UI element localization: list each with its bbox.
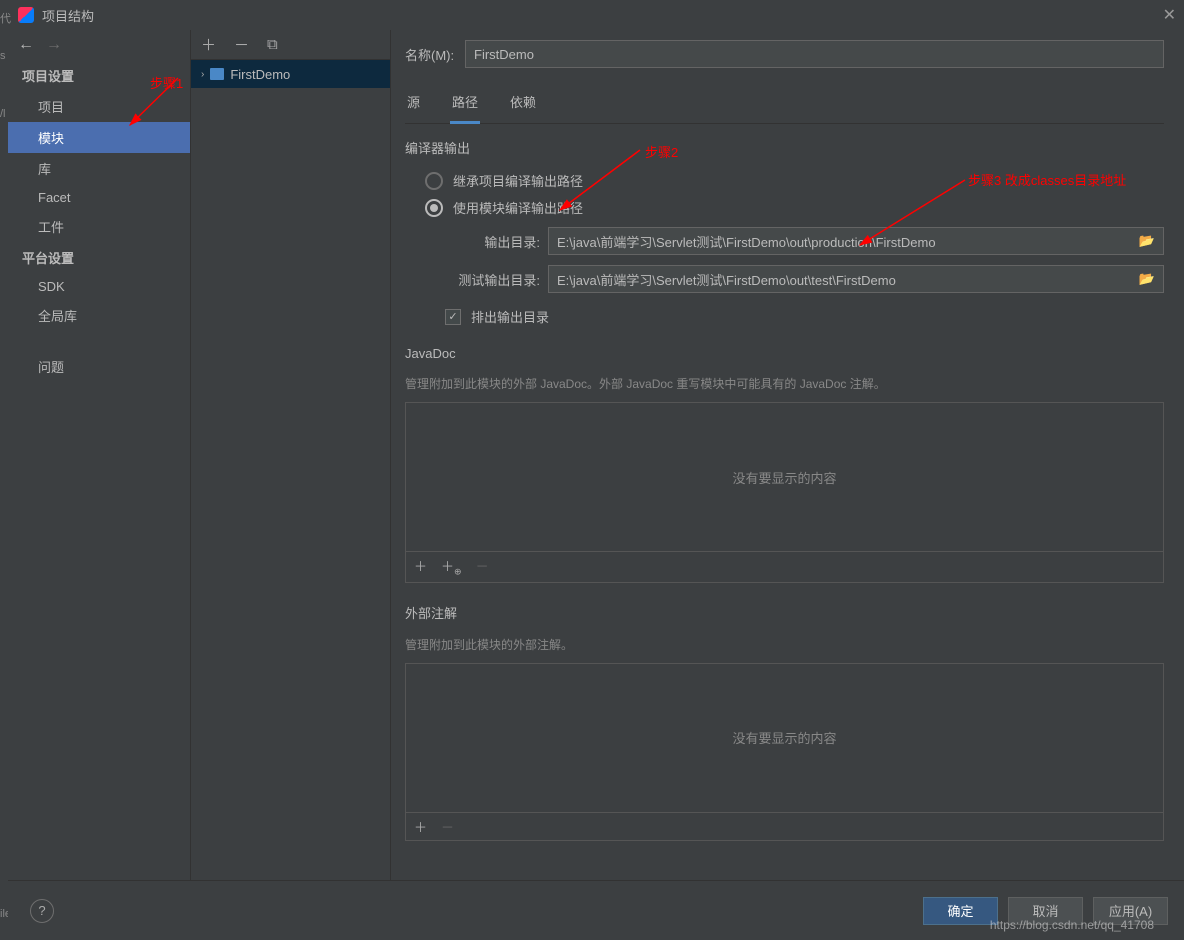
add-icon[interactable]: ＋ — [414, 556, 427, 578]
remove-icon[interactable]: － — [234, 34, 249, 55]
chevron-right-icon: › — [201, 69, 204, 80]
radio-module-label: 使用模块编译输出路径 — [453, 198, 583, 217]
output-path-value: E:\java\前端学习\Servlet测试\FirstDemo\out\pro… — [557, 232, 936, 251]
javadoc-list[interactable]: 没有要显示的内容 — [405, 402, 1164, 552]
sidebar-item-modules[interactable]: 模块 — [8, 122, 190, 153]
sidebar-item-global-libs[interactable]: 全局库 — [8, 300, 190, 331]
output-path-input[interactable]: E:\java\前端学习\Servlet测试\FirstDemo\out\pro… — [548, 227, 1164, 255]
crop-char: 代 — [0, 10, 11, 26]
sidebar-item-project[interactable]: 项目 — [8, 91, 190, 122]
compiler-output-title: 编译器输出 — [405, 138, 1164, 157]
module-tree-item[interactable]: › FirstDemo — [191, 60, 390, 88]
name-label: 名称(M): — [405, 45, 465, 64]
browse-icon[interactable]: 📂 — [1139, 271, 1155, 287]
checkbox-icon: ✓ — [445, 309, 461, 325]
module-name: FirstDemo — [230, 67, 290, 82]
radio-inherit-label: 继承项目编译输出路径 — [453, 171, 583, 190]
radio-inherit[interactable]: 继承项目编译输出路径 — [425, 171, 1164, 190]
empty-text: 没有要显示的内容 — [732, 728, 836, 747]
test-output-path-label: 测试输出目录: — [445, 270, 540, 289]
platform-settings-header: 平台设置 — [8, 242, 190, 273]
exclude-checkbox[interactable]: ✓ 排出输出目录 — [445, 307, 1164, 326]
javadoc-desc: 管理附加到此模块的外部 JavaDoc。外部 JavaDoc 重写模块中可能具有… — [405, 375, 1164, 392]
crop-s: s — [0, 50, 6, 62]
javadoc-title: JavaDoc — [405, 346, 1164, 361]
project-settings-header: 项目设置 — [8, 60, 190, 91]
forward-icon[interactable]: → — [46, 36, 62, 54]
ext-anno-desc: 管理附加到此模块的外部注解。 — [405, 636, 1164, 653]
tab-dependencies[interactable]: 依赖 — [508, 86, 538, 123]
help-icon[interactable]: ? — [30, 899, 54, 923]
sidebar-item-libraries[interactable]: 库 — [8, 153, 190, 184]
watermark: https://blog.csdn.net/qq_41708 — [990, 918, 1154, 932]
content-panel: 名称(M): 源 路径 依赖 编译器输出 继承项目编译输出路径 使用模块编译输出… — [391, 30, 1184, 880]
test-output-path-value: E:\java\前端学习\Servlet测试\FirstDemo\out\tes… — [557, 270, 896, 289]
test-output-path-input[interactable]: E:\java\前端学习\Servlet测试\FirstDemo\out\tes… — [548, 265, 1164, 293]
sidebar-item-artifacts[interactable]: 工件 — [8, 211, 190, 242]
remove-icon: － — [476, 556, 489, 578]
close-icon[interactable]: ✕ — [1163, 5, 1176, 25]
radio-icon — [425, 199, 443, 217]
crop-l: /l — [0, 108, 6, 120]
add-icon[interactable]: ＋ — [201, 34, 216, 55]
ext-anno-list[interactable]: 没有要显示的内容 — [405, 663, 1164, 813]
tab-paths[interactable]: 路径 — [450, 86, 480, 124]
copy-icon[interactable]: ⧉ — [267, 36, 278, 53]
tab-sources[interactable]: 源 — [405, 86, 422, 123]
sidebar-item-problems[interactable]: 问题 — [8, 351, 190, 382]
radio-module[interactable]: 使用模块编译输出路径 — [425, 198, 1164, 217]
radio-icon — [425, 172, 443, 190]
add-url-icon[interactable]: ＋⊕ — [441, 556, 462, 578]
sidebar-item-facets[interactable]: Facet — [8, 184, 190, 211]
module-list-panel: ＋ － ⧉ › FirstDemo — [191, 30, 391, 880]
ok-button[interactable]: 确定 — [923, 897, 998, 925]
ext-anno-title: 外部注解 — [405, 603, 1164, 622]
exclude-label: 排出输出目录 — [471, 307, 549, 326]
window-title: 项目结构 — [42, 6, 94, 25]
module-icon — [210, 68, 224, 80]
back-icon[interactable]: ← — [18, 36, 34, 54]
remove-icon: － — [441, 817, 454, 836]
sidebar: ← → 项目设置 项目 模块 库 Facet 工件 平台设置 SDK 全局库 问… — [8, 30, 191, 880]
output-path-label: 输出目录: — [445, 232, 540, 251]
sidebar-item-sdks[interactable]: SDK — [8, 273, 190, 300]
empty-text: 没有要显示的内容 — [732, 468, 836, 487]
name-input[interactable] — [465, 40, 1164, 68]
app-icon — [18, 7, 34, 23]
add-icon[interactable]: ＋ — [414, 817, 427, 836]
browse-icon[interactable]: 📂 — [1139, 233, 1155, 249]
